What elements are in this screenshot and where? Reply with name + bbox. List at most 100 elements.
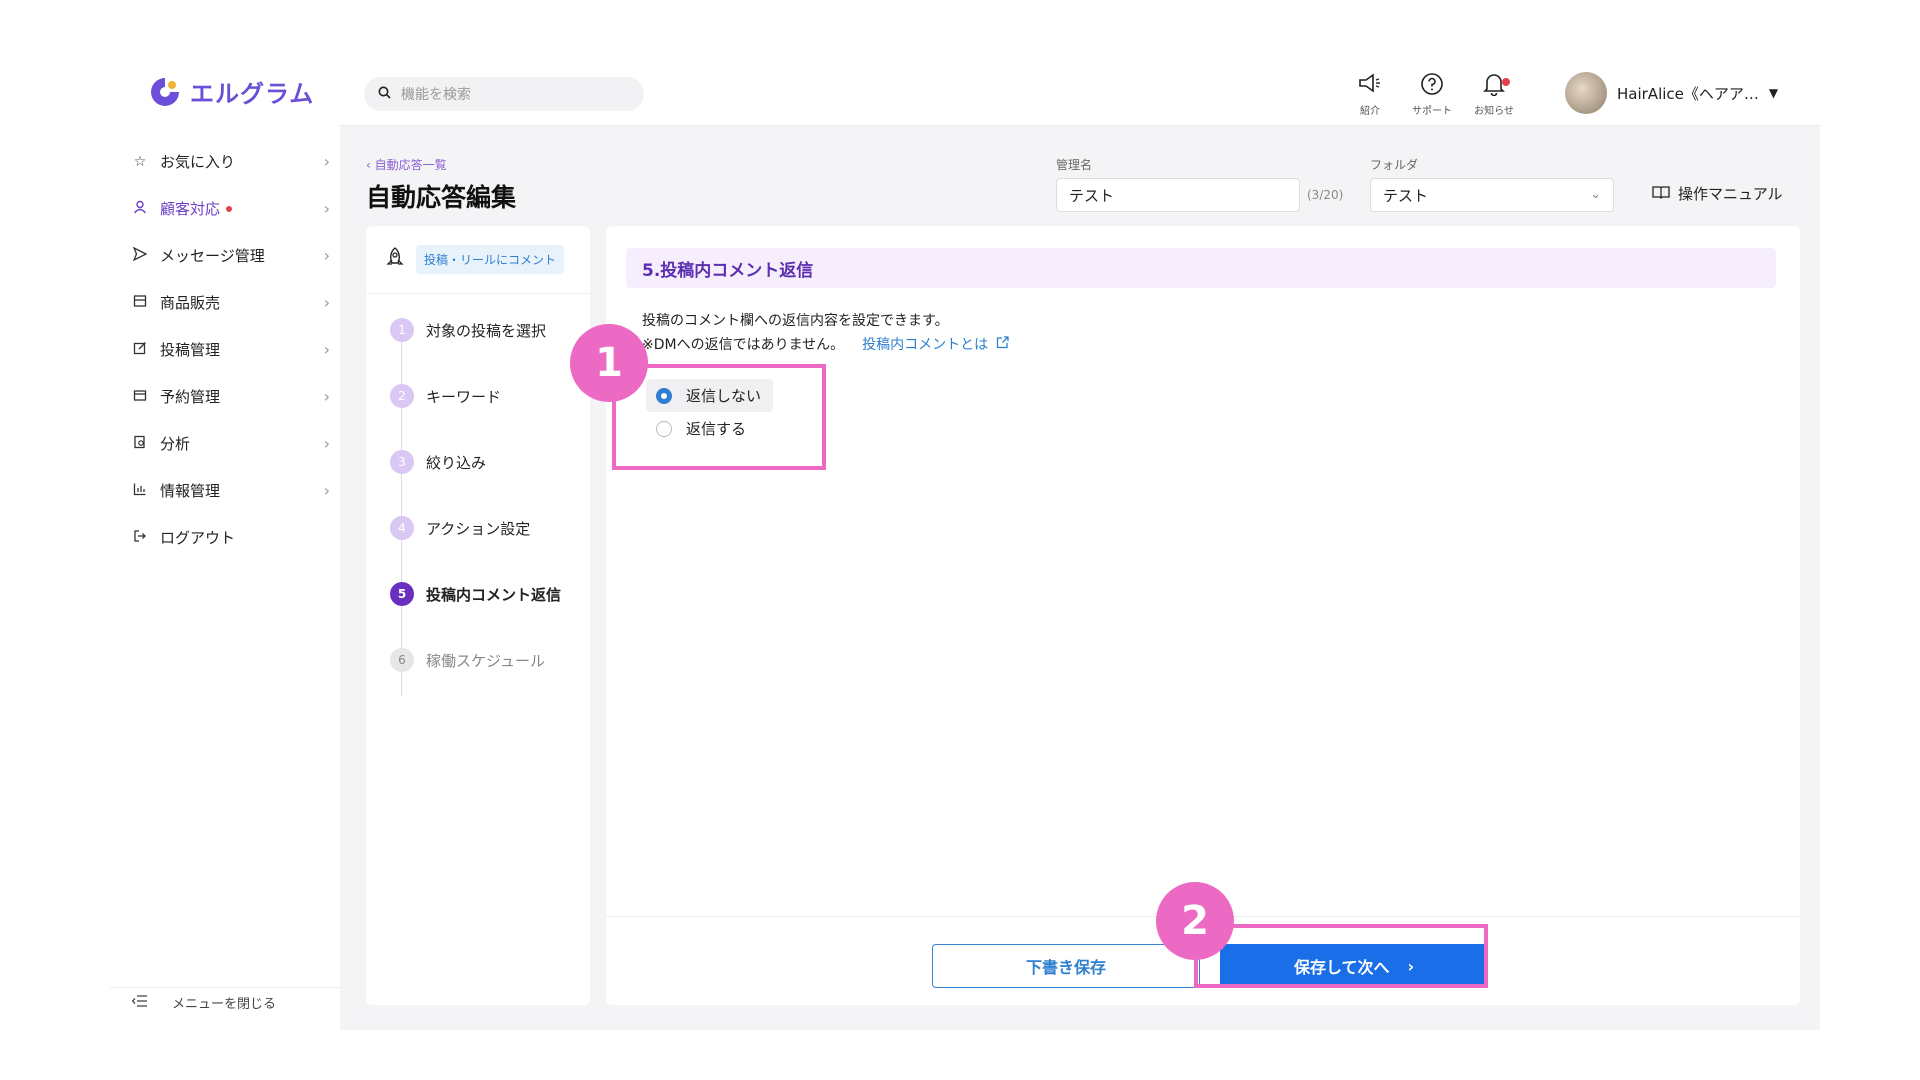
support-label: サポート	[1412, 106, 1452, 117]
sidebar-item-label: 顧客対応	[160, 200, 221, 218]
referral-label: 紹介	[1360, 106, 1380, 117]
steps-header: 投稿・リールにコメント	[366, 226, 590, 294]
step-item[interactable]: 6 稼働スケジュール	[390, 648, 545, 672]
analysis-icon	[132, 435, 148, 453]
avatar	[1565, 72, 1607, 114]
chevron-right-icon: ›	[323, 387, 330, 406]
support-button[interactable]: サポート	[1402, 72, 1462, 117]
divider	[110, 987, 340, 988]
step-label: 投稿内コメント返信	[426, 585, 562, 604]
logo[interactable]: エルグラム	[148, 74, 314, 109]
sidebar-item-logout[interactable]: ログアウト	[110, 514, 340, 561]
collapse-menu-button[interactable]: メニューを閉じる	[131, 993, 277, 1012]
person-icon	[132, 200, 148, 218]
sidebar-item-messages[interactable]: メッセージ管理 ›	[110, 232, 340, 279]
caret-down-icon: ▼	[1768, 86, 1779, 100]
sidebar-item-label: 分析	[160, 435, 191, 453]
name-char-count: (3/20)	[1307, 188, 1344, 202]
chevron-right-icon: ›	[323, 481, 330, 500]
topbar: 機能を検索 紹介 サポート お知らせ HairAlice《ヘアア… ▼	[340, 62, 1820, 126]
steps-panel: 投稿・リールにコメント 1 対象の投稿を選択 2 キーワード 3 絞り込み 4 …	[366, 226, 590, 1005]
collapse-menu-label: メニューを閉じる	[172, 997, 277, 1012]
folder-select[interactable]: テスト ⌄	[1370, 178, 1614, 212]
step-item[interactable]: 4 アクション設定	[390, 516, 530, 540]
folder-select-value: テスト	[1383, 186, 1429, 205]
section-title: 5.投稿内コメント返信	[626, 248, 1776, 288]
sidebar-item-sales[interactable]: 商品販売 ›	[110, 279, 340, 326]
help-link[interactable]: 投稿内コメントとは	[862, 334, 1009, 354]
step-item-current[interactable]: 5 投稿内コメント返信	[390, 582, 561, 606]
step-number: 1	[390, 318, 414, 342]
search-placeholder: 機能を検索	[401, 87, 471, 103]
logout-icon	[132, 529, 148, 547]
sidebar-item-label: 投稿管理	[160, 341, 221, 359]
chevron-right-icon: ›	[323, 340, 330, 359]
sidebar-item-label: 情報管理	[160, 482, 221, 500]
name-field[interactable]: テスト	[1056, 178, 1300, 212]
step-label: アクション設定	[426, 519, 531, 538]
logo-mark-icon	[148, 75, 182, 109]
notifications-button[interactable]: お知らせ	[1464, 72, 1524, 117]
manual-label: 操作マニュアル	[1678, 185, 1783, 203]
sidebar-item-favorites[interactable]: ☆ お気に入り ›	[110, 138, 340, 185]
breadcrumb-label: 自動応答一覧	[374, 158, 447, 172]
step-number: 4	[390, 516, 414, 540]
step-label: キーワード	[426, 387, 502, 406]
book-icon	[1652, 185, 1670, 203]
chevron-left-icon: ‹	[366, 158, 375, 172]
sidebar-item-label: 予約管理	[160, 388, 221, 406]
step-item[interactable]: 2 キーワード	[390, 384, 501, 408]
chevron-right-icon: ›	[323, 152, 330, 171]
edit-icon	[132, 341, 148, 359]
chevron-right-icon: ›	[323, 246, 330, 265]
sidebar-item-label: ログアウト	[160, 529, 236, 547]
chart-icon	[132, 482, 148, 500]
sidebar-item-posts[interactable]: 投稿管理 ›	[110, 326, 340, 373]
step-number: 6	[390, 648, 414, 672]
store-icon	[132, 294, 148, 312]
star-icon: ☆	[133, 153, 147, 170]
chevron-right-icon: ›	[323, 434, 330, 453]
search-input[interactable]: 機能を検索	[364, 77, 644, 111]
rocket-icon	[386, 246, 404, 273]
trigger-type-chip: 投稿・リールにコメント	[416, 245, 565, 274]
chevron-down-icon: ⌄	[1590, 187, 1601, 202]
sidebar-item-reservations[interactable]: 予約管理 ›	[110, 373, 340, 420]
breadcrumb[interactable]: ‹ 自動応答一覧	[366, 156, 447, 173]
calendar-icon	[132, 388, 148, 406]
chevron-right-icon: ›	[323, 293, 330, 312]
save-draft-button[interactable]: 下書き保存	[932, 944, 1200, 988]
name-field-label: 管理名	[1056, 158, 1093, 172]
step-number: 2	[390, 384, 414, 408]
description-line: 投稿のコメント欄への返信内容を設定できます。	[642, 313, 949, 329]
page-title: 自動応答編集	[366, 183, 517, 212]
user-name: HairAlice《ヘアア…	[1617, 84, 1759, 103]
step-item[interactable]: 1 対象の投稿を選択	[390, 318, 546, 342]
manual-link[interactable]: 操作マニュアル	[1652, 183, 1783, 204]
sidebar-item-customer[interactable]: 顧客対応 ›	[110, 185, 340, 232]
bell-icon	[1464, 72, 1524, 100]
send-icon	[132, 246, 148, 265]
megaphone-icon	[1340, 72, 1400, 100]
collapse-menu-icon	[131, 994, 148, 1011]
sidebar-item-label: お気に入り	[160, 153, 236, 171]
notification-dot	[1502, 78, 1510, 86]
help-icon	[1402, 72, 1462, 100]
chevron-right-icon: ›	[323, 199, 330, 218]
logo-text: エルグラム	[190, 80, 315, 108]
step-number: 5	[390, 582, 414, 606]
description-line: ※DMへの返信ではありません。 投稿内コメントとは	[642, 334, 1009, 354]
referral-button[interactable]: 紹介	[1340, 72, 1400, 117]
main-area: ‹ 自動応答一覧 自動応答編集 管理名 テスト (3/20) フォルダ テスト …	[340, 126, 1820, 1030]
description-note: ※DMへの返信ではありません。	[642, 337, 845, 353]
folder-field-label: フォルダ	[1370, 158, 1419, 172]
step-label: 対象の投稿を選択	[426, 321, 547, 340]
sidebar-item-label: メッセージ管理	[160, 247, 265, 265]
notification-dot	[226, 205, 233, 212]
sidebar-item-information[interactable]: 情報管理 ›	[110, 467, 340, 514]
sidebar-item-analysis[interactable]: 分析 ›	[110, 420, 340, 467]
user-menu[interactable]: HairAlice《ヘアア… ▼	[1565, 72, 1778, 114]
step-item[interactable]: 3 絞り込み	[390, 450, 486, 474]
sidebar-item-label: 商品販売	[160, 294, 221, 312]
help-link-label: 投稿内コメントとは	[862, 337, 989, 353]
